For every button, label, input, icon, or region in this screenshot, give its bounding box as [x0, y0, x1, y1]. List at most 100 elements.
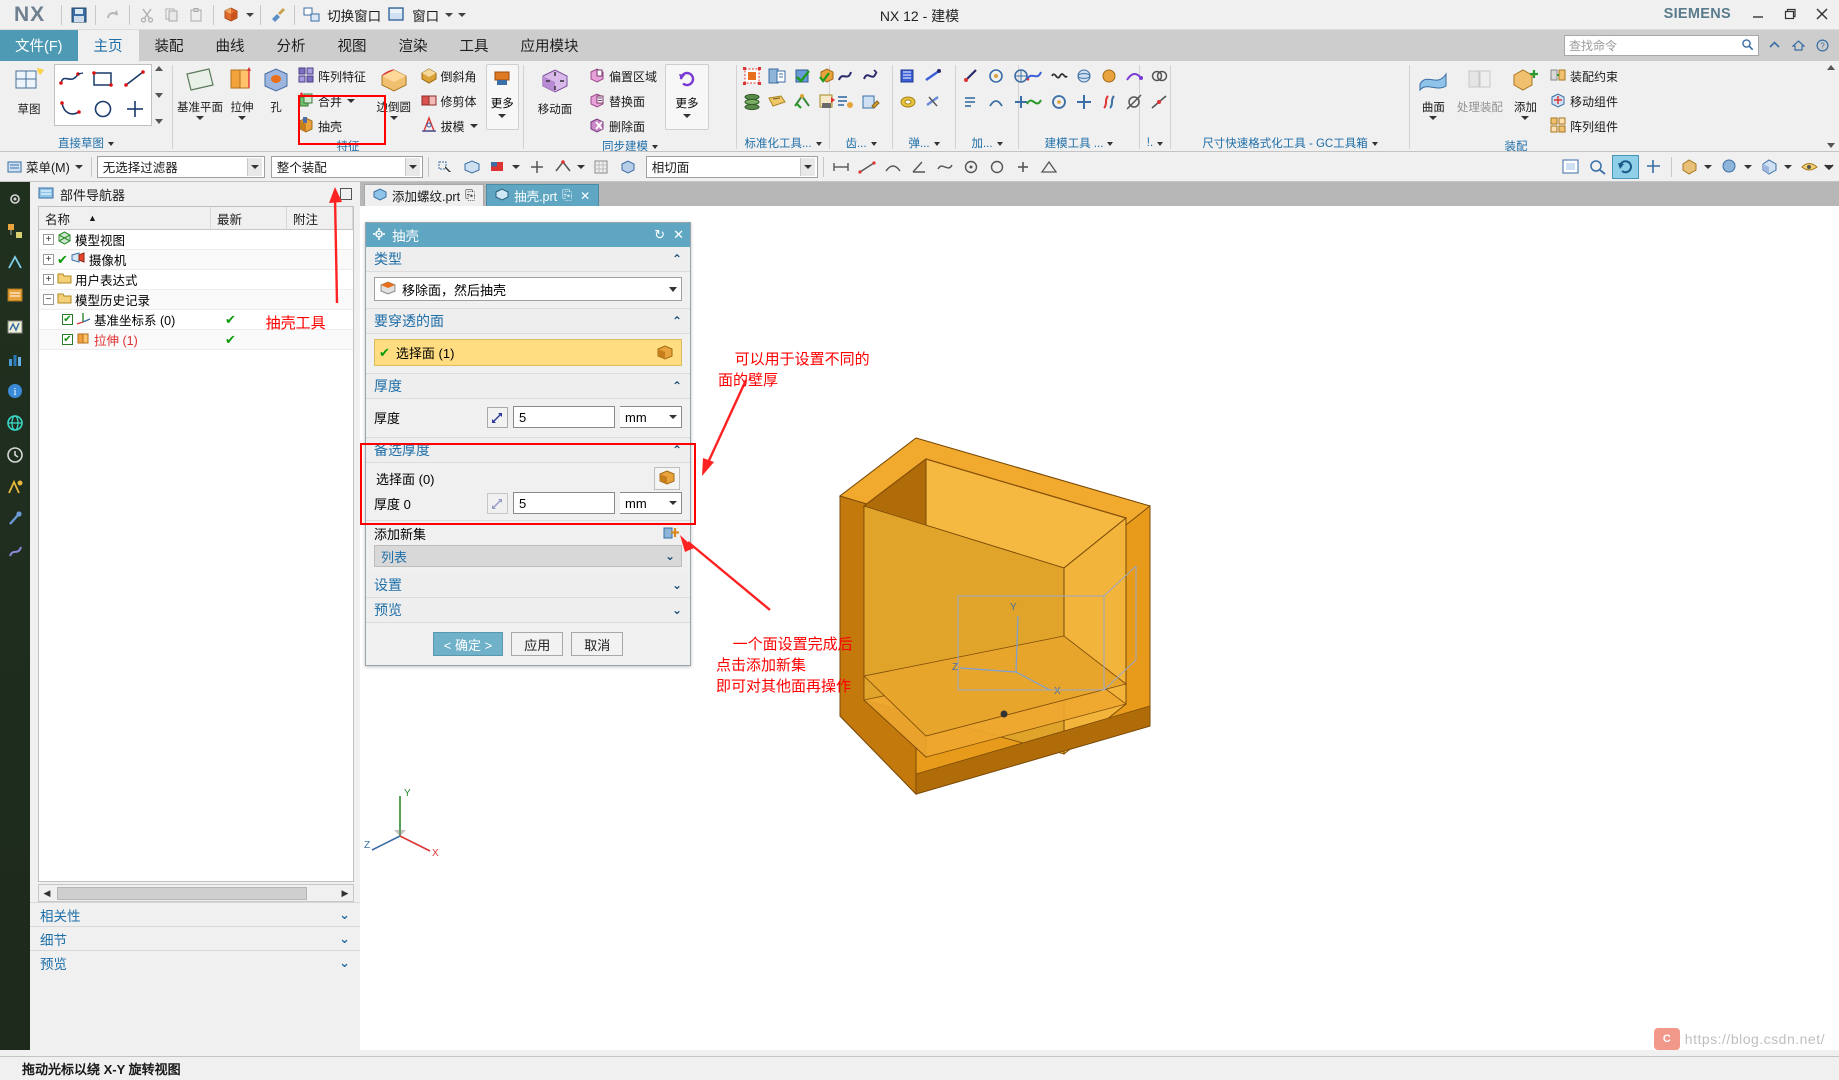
info-rail-icon[interactable]: i — [3, 378, 27, 404]
browser-rail-icon[interactable] — [3, 538, 27, 564]
home-icon[interactable] — [1789, 37, 1807, 55]
column-header-name[interactable]: 名称 ▲ — [39, 207, 211, 229]
ok-button[interactable]: < 确定 > — [432, 632, 504, 656]
alt-select-face-button[interactable] — [654, 466, 680, 490]
chevron-down-icon[interactable]: ⌄ — [339, 955, 350, 971]
dialog-title-bar[interactable]: 抽壳 ↻ ✕ — [366, 223, 690, 247]
chevron-down-icon[interactable] — [997, 137, 1003, 149]
window-icon[interactable] — [384, 3, 409, 27]
offset-curve-tool-icon[interactable] — [881, 155, 905, 179]
minimize-ribbon-icon[interactable] — [1765, 37, 1783, 55]
ribbon-group-label-gc-toolbox[interactable]: 尺寸快速格式化工具 - GC工具箱 — [1171, 134, 1409, 151]
document-tab-shell[interactable]: 抽壳.prt ⎘ ✕ — [486, 184, 600, 206]
section-header-settings[interactable]: 设置 ⌄ — [366, 573, 690, 598]
standard-part-icon[interactable] — [766, 65, 788, 87]
alt-thickness-unit-select[interactable]: mm — [620, 492, 682, 514]
face-rule-combo[interactable]: 相切面 — [645, 155, 818, 178]
pattern-feature-button[interactable]: 阵列特征 — [297, 64, 366, 88]
tap-icon[interactable] — [960, 65, 982, 87]
point-icon[interactable] — [122, 98, 148, 123]
circle-tool-icon[interactable] — [1048, 91, 1070, 113]
point-construct-icon[interactable] — [1037, 155, 1061, 179]
chevron-down-icon[interactable] — [652, 140, 658, 151]
select-face-pierce-row[interactable]: ✔ 选择面 (1) — [374, 339, 682, 366]
sketch-curve-palette[interactable] — [54, 64, 152, 126]
chevron-down-icon[interactable] — [469, 124, 478, 128]
reset-icon[interactable]: ↻ — [654, 227, 665, 243]
search-icon[interactable] — [1741, 38, 1754, 54]
tab-curve[interactable]: 曲线 — [200, 30, 261, 61]
chevron-down-icon[interactable] — [389, 116, 398, 120]
chevron-down-icon[interactable] — [196, 116, 204, 120]
list-bar[interactable]: 列表 ⌄ — [374, 545, 682, 567]
chevron-down-icon[interactable] — [511, 164, 520, 169]
process-assembly-button[interactable]: 处理装配 — [1456, 64, 1504, 115]
chevron-down-icon[interactable] — [664, 278, 681, 300]
plus-select-icon[interactable] — [1011, 155, 1035, 179]
chevron-down-icon[interactable] — [934, 137, 940, 149]
measure-tool-icon[interactable] — [791, 91, 813, 113]
chevron-down-icon[interactable] — [243, 3, 256, 27]
ribbon-group-label-spring[interactable]: 弹... — [893, 134, 955, 151]
collapser-icon[interactable]: − — [43, 294, 54, 305]
chevron-down-icon[interactable] — [665, 407, 681, 427]
studio-spline-icon[interactable] — [58, 68, 84, 93]
section-header-type[interactable]: 类型 ⌃ — [366, 247, 690, 272]
ribbon-group-label-standardization[interactable]: 标准化工具... — [737, 134, 829, 151]
chamfer-button[interactable]: 倒斜角 — [420, 64, 478, 88]
chevron-down-icon[interactable] — [816, 137, 822, 149]
close-icon[interactable]: ✕ — [580, 189, 590, 203]
ribbon-group-label-synchronous[interactable]: 同步建模 — [524, 138, 736, 151]
pin-icon[interactable] — [340, 188, 352, 200]
column-header-note[interactable]: 附注 — [287, 207, 353, 229]
shell-button[interactable]: 抽壳 — [297, 114, 366, 138]
alt-reverse-direction-button[interactable] — [487, 492, 508, 514]
bevel-gear-icon[interactable] — [859, 65, 881, 87]
add-new-set-button[interactable] — [660, 523, 682, 544]
chevron-down-icon[interactable] — [404, 157, 420, 176]
trim-body-button[interactable]: 修剪体 — [420, 89, 478, 113]
circle-icon[interactable] — [90, 98, 116, 123]
sphere-solid-icon[interactable] — [1098, 65, 1120, 87]
minimize-button[interactable] — [1747, 3, 1769, 25]
menu-button[interactable]: 菜单(M) — [4, 155, 86, 179]
tab-assembly[interactable]: 装配 — [139, 30, 200, 61]
circle-empty-icon[interactable] — [985, 155, 1009, 179]
chevron-down-icon[interactable] — [74, 164, 83, 169]
tab-view[interactable]: 视图 — [322, 30, 383, 61]
sphere-tool-icon[interactable] — [1073, 65, 1095, 87]
chevron-up-icon[interactable]: ⌃ — [672, 314, 682, 328]
chevron-down-icon[interactable] — [799, 157, 815, 176]
select-points-icon[interactable] — [525, 155, 549, 179]
reverse-direction-button[interactable] — [487, 406, 508, 428]
surface-continuity-icon[interactable] — [933, 155, 957, 179]
tension-spring-icon[interactable] — [922, 65, 944, 87]
chart-rail-icon[interactable] — [3, 346, 27, 372]
line-icon[interactable] — [122, 68, 148, 93]
chevron-down-icon[interactable] — [871, 137, 877, 149]
dimension-icon[interactable] — [829, 155, 853, 179]
cross-tool-icon[interactable] — [1073, 91, 1095, 113]
settings-rail-icon[interactable] — [3, 186, 27, 212]
ribbon-scroll-down-icon[interactable] — [1827, 143, 1835, 148]
add-new-set-row[interactable]: 添加新集 — [366, 521, 690, 545]
section-dependencies[interactable]: 相关性 ⌄ — [30, 902, 360, 926]
restore-button[interactable] — [1779, 3, 1801, 25]
add-component-button[interactable]: 添加 — [1507, 64, 1544, 120]
save-icon[interactable] — [66, 3, 91, 27]
chevron-down-icon[interactable] — [1704, 164, 1712, 169]
tab-application[interactable]: 应用模块 — [505, 30, 595, 61]
datum-plane-button[interactable]: 基准平面 — [177, 64, 223, 120]
more-synchronous-button[interactable]: 更多 — [665, 64, 710, 130]
section-preview[interactable]: 预览 ⌄ — [30, 950, 360, 974]
chevron-down-icon[interactable] — [498, 114, 507, 118]
constraint-navigator-rail-icon[interactable] — [3, 250, 27, 276]
expander-icon[interactable]: + — [43, 254, 54, 265]
tab-tools[interactable]: 工具 — [444, 30, 505, 61]
chevron-down-icon[interactable] — [238, 116, 246, 120]
draft-button[interactable]: 拔模 — [420, 114, 478, 138]
move-component-button[interactable]: 移动组件 — [1549, 89, 1618, 113]
ribbon-group-label-misc[interactable]: !. — [1140, 134, 1170, 151]
shell-dialog[interactable]: 抽壳 ↻ ✕ 类型 ⌃ 移除面，然后抽壳 要穿透的面 ⌃ ✔ 选择面 (1) 厚… — [365, 222, 691, 666]
paintbrush-icon[interactable] — [265, 3, 290, 27]
